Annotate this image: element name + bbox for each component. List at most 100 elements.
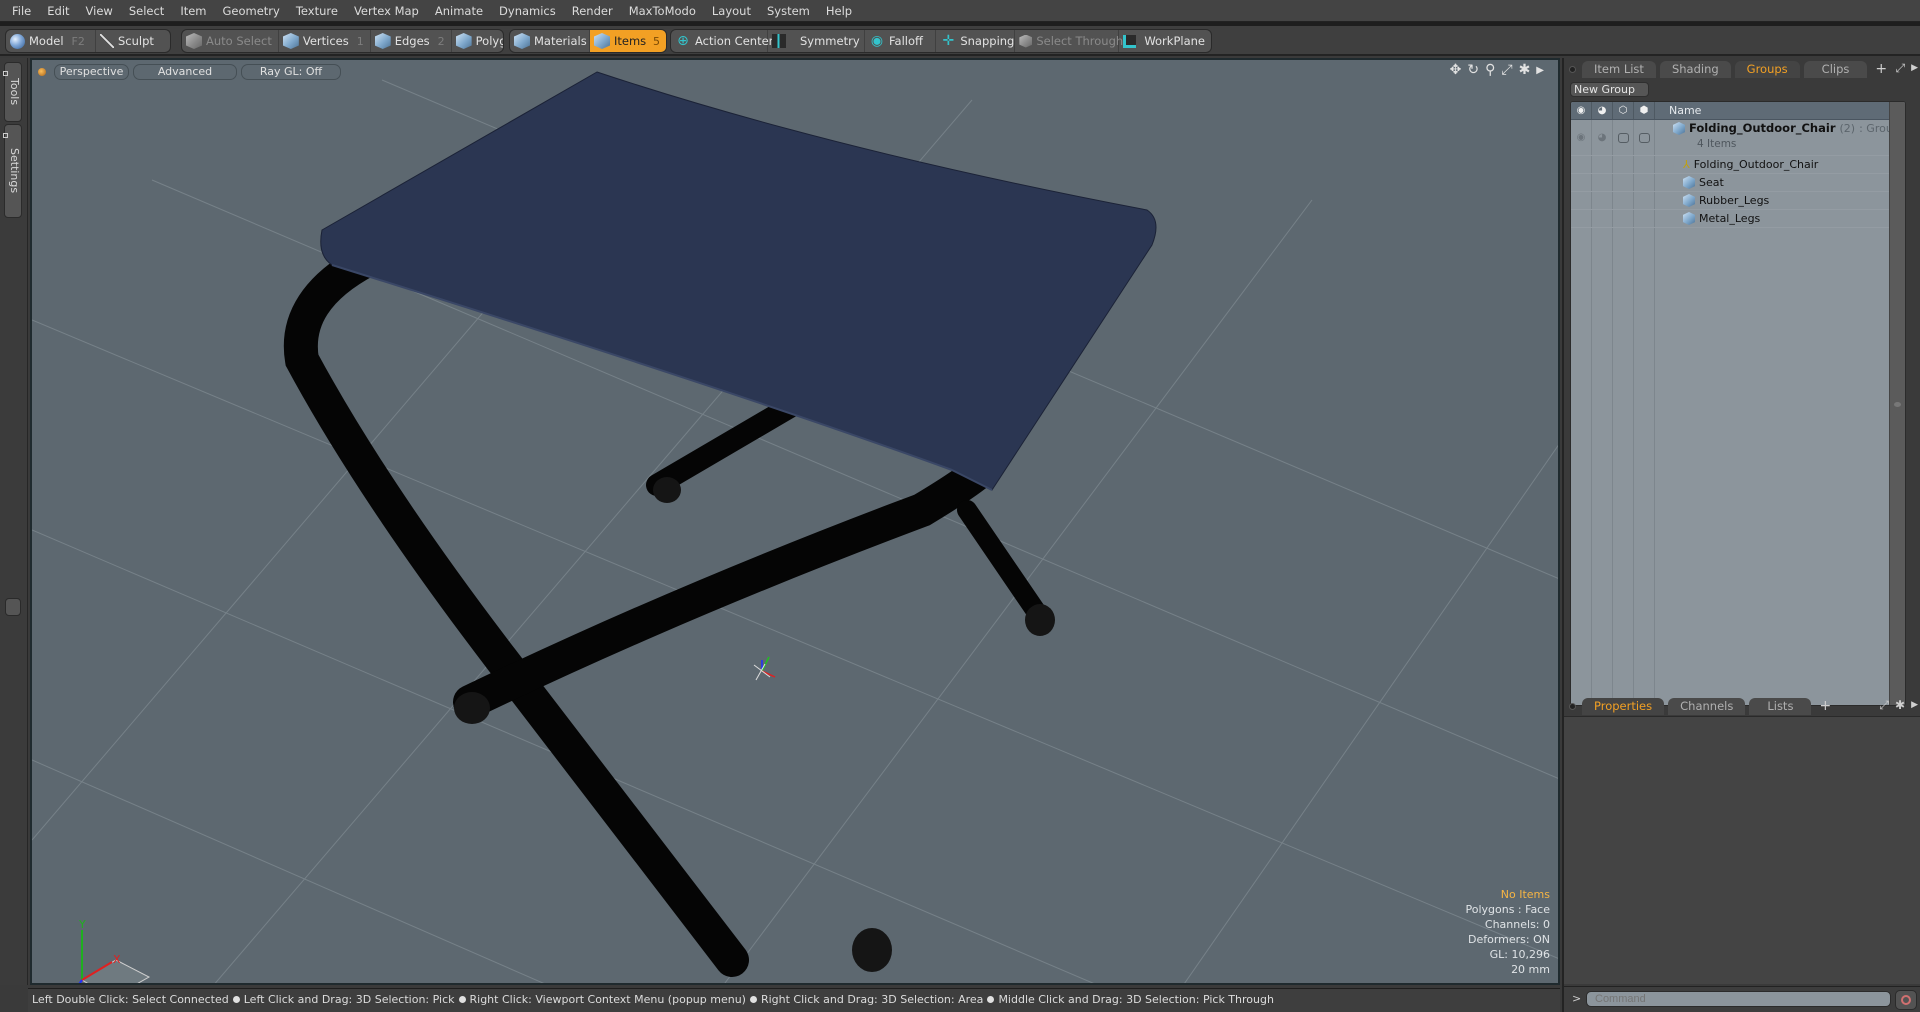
maximize-icon[interactable]: ⤢ [1895,61,1905,76]
tree-item[interactable]: Seat [1571,174,1905,192]
settings-tab[interactable]: Settings [3,124,22,218]
tab-channels[interactable]: Channels [1668,698,1746,715]
expand-arrow-icon[interactable]: ▶ [1911,61,1918,76]
tab-shading[interactable]: Shading [1659,61,1731,78]
add-tab-icon[interactable]: + [1871,61,1891,78]
model-mode-button[interactable]: Model F2 [6,30,96,52]
left-panel-toggle[interactable] [5,598,21,616]
tab-clips[interactable]: Clips [1803,61,1868,78]
menu-maxtomodo[interactable]: MaxToModo [621,1,704,21]
view-type-dropdown[interactable]: Perspective [54,64,129,80]
menu-item[interactable]: Item [172,1,214,21]
command-history-button[interactable] [1895,990,1917,1010]
group-name: Folding_Outdoor_Chair [1689,121,1836,135]
new-group-button[interactable]: New Group [1570,82,1649,97]
menu-animate[interactable]: Animate [427,1,491,21]
vertices-shortcut: 1 [356,34,364,48]
tree-item-name: Folding_Outdoor_Chair [1693,157,1819,171]
tab-properties[interactable]: Properties [1582,698,1665,715]
menu-layout[interactable]: Layout [704,1,759,21]
group-select-toggle[interactable] [1634,120,1655,155]
sculpt-mode-button[interactable]: Sculpt [96,30,160,52]
symmetry-button[interactable]: Symmetry [768,30,865,52]
edges-label: Edges [394,34,430,48]
menu-edit[interactable]: Edit [39,1,77,21]
lock-cube-icon[interactable]: ⬡ [1613,102,1634,119]
y-axis-label: Y [78,918,86,931]
group-row[interactable]: ◉ ◕ Folding_Outdoor_Chair (2) : Group 4 … [1571,120,1905,156]
falloff-label: Falloff [889,34,923,48]
tab-lists[interactable]: Lists [1749,698,1812,715]
top-panel-controls: ⤢ ▶ [1895,61,1918,76]
name-column-header[interactable]: Name [1655,102,1905,119]
command-input[interactable] [1586,991,1891,1007]
gear-icon[interactable]: ✱ [1519,62,1531,80]
add-tab-icon[interactable]: + [1815,698,1835,715]
groups-scrollbar[interactable] [1889,102,1905,705]
items-button[interactable]: Items 5 [590,30,666,52]
menu-render[interactable]: Render [564,1,621,21]
3d-viewport[interactable]: Y X Z Perspective Advanced Ray GL: Off ✥… [30,58,1560,985]
select-through-button[interactable]: Select Through [1015,30,1123,52]
z-axis-line [78,979,83,983]
shading-dropdown[interactable]: Advanced [133,64,237,80]
auto-select-label: Auto Select [206,34,272,48]
properties-panel [1564,716,1920,984]
select-cube-icon[interactable]: ⬢ [1634,102,1655,119]
group-lock-toggle[interactable] [1613,120,1634,155]
settings-tab-indicator [3,133,8,138]
visibility-eye-icon[interactable]: ◉ [1571,102,1592,119]
panel-menu-dot[interactable] [1569,703,1576,710]
raygl-dropdown[interactable]: Ray GL: Off [241,64,341,80]
tree-item[interactable]: Rubber_Legs [1571,192,1905,210]
menu-dynamics[interactable]: Dynamics [491,1,564,21]
maximize-icon[interactable]: ⤢ [1501,62,1512,80]
auto-select-button[interactable]: Auto Select [182,30,279,52]
snapping-button[interactable]: ✛ Snapping [936,30,1016,52]
viewport-status-dot[interactable] [38,68,46,76]
menu-texture[interactable]: Texture [288,1,346,21]
tab-groups[interactable]: Groups [1734,61,1800,78]
falloff-button[interactable]: ◉ Falloff [865,30,937,52]
bullet-icon [749,996,757,1003]
group-count: (2) [1839,122,1856,135]
symmetry-label: Symmetry [800,34,860,48]
menu-system[interactable]: System [759,1,818,21]
menu-select[interactable]: Select [121,1,172,21]
hint-double-click: Left Double Click: Select Connected [32,993,229,1006]
maximize-icon[interactable]: ⤢ [1879,698,1889,713]
group-visibility-eye-icon[interactable]: ◉ [1571,120,1592,155]
tree-item-label: Seat [1655,174,1905,191]
tree-item[interactable]: ⅄ Folding_Outdoor_Chair [1571,156,1905,174]
menu-file[interactable]: File [4,1,39,21]
rubber-foot [454,692,490,724]
rotate-icon[interactable]: ↻ [1467,62,1479,80]
gear-icon[interactable]: ✱ [1895,698,1905,713]
menu-geometry[interactable]: Geometry [215,1,288,21]
workplane-button[interactable]: WorkPlane [1119,30,1211,52]
grid-line [32,759,545,983]
tree-item[interactable]: Metal_Legs [1571,210,1905,228]
vertices-button[interactable]: Vertices 1 [279,30,371,52]
materials-button[interactable]: Materials [510,30,590,52]
bullet-icon [232,996,240,1003]
menu-help[interactable]: Help [818,1,860,21]
materials-label: Materials [534,34,587,48]
expand-arrow-icon[interactable]: ▶ [1911,698,1918,713]
pan-icon[interactable]: ✥ [1450,62,1462,80]
zoom-icon[interactable]: ⚲ [1485,62,1495,80]
tab-item-list[interactable]: Item List [1582,61,1656,78]
expand-arrow-icon[interactable]: ▶ [1536,62,1544,80]
scroll-handle[interactable] [1894,402,1901,407]
group-render-camera-icon[interactable]: ◕ [1592,120,1613,155]
action-center-crosshair-icon: ⊕ [677,33,689,49]
polygons-info: Polygons : Face [1465,903,1550,916]
menu-view[interactable]: View [78,1,121,21]
edges-button[interactable]: Edges 2 [371,30,452,52]
render-camera-icon[interactable]: ◕ [1592,102,1613,119]
polygons-button[interactable]: Polygons [452,30,503,52]
menu-vertex-map[interactable]: Vertex Map [346,1,427,21]
action-center-button[interactable]: ⊕ Action Center [671,30,773,52]
panel-menu-dot[interactable] [1569,66,1576,73]
tools-tab[interactable]: Tools [3,62,22,122]
